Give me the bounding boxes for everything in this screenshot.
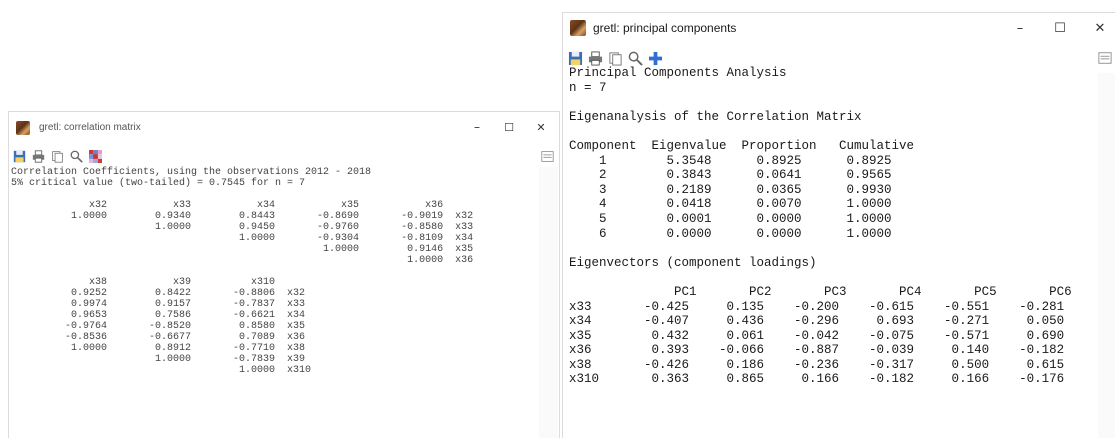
find-icon[interactable]	[68, 148, 84, 164]
output-line: x310 0.363 0.865 0.166 -0.182 0.166 -0.1…	[569, 372, 1065, 387]
output-line: Eigenanalysis of the Correlation Matrix	[569, 109, 862, 124]
add-icon[interactable]	[647, 50, 663, 66]
heatmap-icon[interactable]	[87, 148, 103, 164]
minimize-button[interactable]: –	[1000, 13, 1040, 43]
output-line: 3 0.2189 0.0365 0.9930	[569, 182, 892, 197]
output-line: 1.0000 -0.7839 x39	[11, 354, 306, 365]
print-icon[interactable]	[587, 50, 603, 66]
print-icon[interactable]	[30, 148, 46, 164]
output-line: -0.9764 -0.8520 0.8580 x35	[11, 321, 306, 332]
output-line: Eigenvectors (component loadings)	[569, 255, 817, 270]
output-line: x38 -0.426 0.186 -0.236 -0.317 0.500 0.6…	[569, 357, 1065, 372]
output-line: -0.8536 -0.6677 0.7089 x36	[11, 332, 306, 343]
output-line: Component Eigenvalue Proportion Cumulati…	[569, 138, 915, 153]
text-output[interactable]: Principal Components Analysis n = 7 Eigen…	[569, 66, 1097, 431]
output-line: 1.0000 0.9340 0.8443 -0.8690 -0.9019 x32	[11, 211, 474, 222]
correlation-matrix-window: gretl: correlation matrix – ☐ ✕ Correlat…	[8, 111, 560, 438]
save-icon[interactable]	[567, 50, 583, 66]
output-line: 1.0000 0.8912 -0.7710 x38	[11, 343, 306, 354]
output-line: 0.9252 0.8422 -0.8806 x32	[11, 288, 306, 299]
text-output[interactable]: Correlation Coefficients, using the obse…	[11, 167, 539, 438]
title-bar[interactable]: gretl: correlation matrix – ☐ ✕	[9, 112, 559, 143]
principal-components-window: gretl: principal components – ☐ ✕ Princi…	[562, 12, 1115, 438]
save-icon[interactable]	[11, 148, 27, 164]
window-menu-icon[interactable]	[539, 148, 555, 164]
output-line: x32 x33 x34 x35 x36	[11, 200, 444, 211]
output-line: PC1 PC2 PC3 PC4 PC5 PC6	[569, 284, 1072, 299]
output-line: 0.9653 0.7586 -0.6621 x34	[11, 310, 306, 321]
vertical-scrollbar[interactable]	[539, 167, 558, 438]
gretl-app-icon	[16, 121, 30, 135]
output-line: 1.0000 -0.9304 -0.8109 x34	[11, 233, 474, 244]
output-line: x35 0.432 0.061 -0.042 -0.075 -0.571 0.6…	[569, 328, 1065, 343]
output-line: 1 5.3548 0.8925 0.8925	[569, 153, 892, 168]
output-line: x38 x39 x310	[11, 277, 276, 288]
output-line: 5 0.0001 0.0000 1.0000	[569, 211, 892, 226]
output-line: 2 0.3843 0.0641 0.9565	[569, 168, 892, 183]
gretl-app-icon	[570, 20, 586, 36]
output-line: x36 0.393 -0.066 -0.887 -0.039 0.140 -0.…	[569, 343, 1065, 358]
output-line: x34 -0.407 0.436 -0.296 0.693 -0.271 0.0…	[569, 314, 1065, 329]
output-line: n = 7	[569, 80, 607, 95]
window-title: gretl: correlation matrix	[39, 122, 141, 133]
window-menu-icon[interactable]	[1097, 50, 1113, 66]
close-button[interactable]: ✕	[521, 112, 559, 142]
output-line: 5% critical value (two-tailed) = 0.7545 …	[11, 178, 306, 189]
output-line: 1.0000 x310	[11, 365, 312, 376]
find-icon[interactable]	[627, 50, 643, 66]
output-line: 1.0000 x36	[11, 255, 474, 266]
close-button[interactable]: ✕	[1080, 13, 1115, 43]
output-line: 1.0000 0.9146 x35	[11, 244, 474, 255]
vertical-scrollbar[interactable]	[1098, 73, 1115, 438]
output-line: 4 0.0418 0.0070 1.0000	[569, 197, 892, 212]
output-line: 0.9974 0.9157 -0.7837 x33	[11, 299, 306, 310]
window-title: gretl: principal components	[593, 21, 737, 35]
output-line: Principal Components Analysis	[569, 66, 787, 80]
toolbar	[9, 143, 559, 167]
output-line: 1.0000 0.9450 -0.9760 -0.8580 x33	[11, 222, 474, 233]
title-bar[interactable]: gretl: principal components – ☐ ✕	[563, 13, 1115, 43]
copy-icon[interactable]	[607, 50, 623, 66]
output-line: 6 0.0000 0.0000 1.0000	[569, 226, 892, 241]
maximize-button[interactable]: ☐	[1040, 13, 1080, 43]
copy-icon[interactable]	[49, 148, 65, 164]
output-line: x33 -0.425 0.135 -0.200 -0.615 -0.551 -0…	[569, 299, 1065, 314]
output-line: Correlation Coefficients, using the obse…	[11, 167, 372, 178]
